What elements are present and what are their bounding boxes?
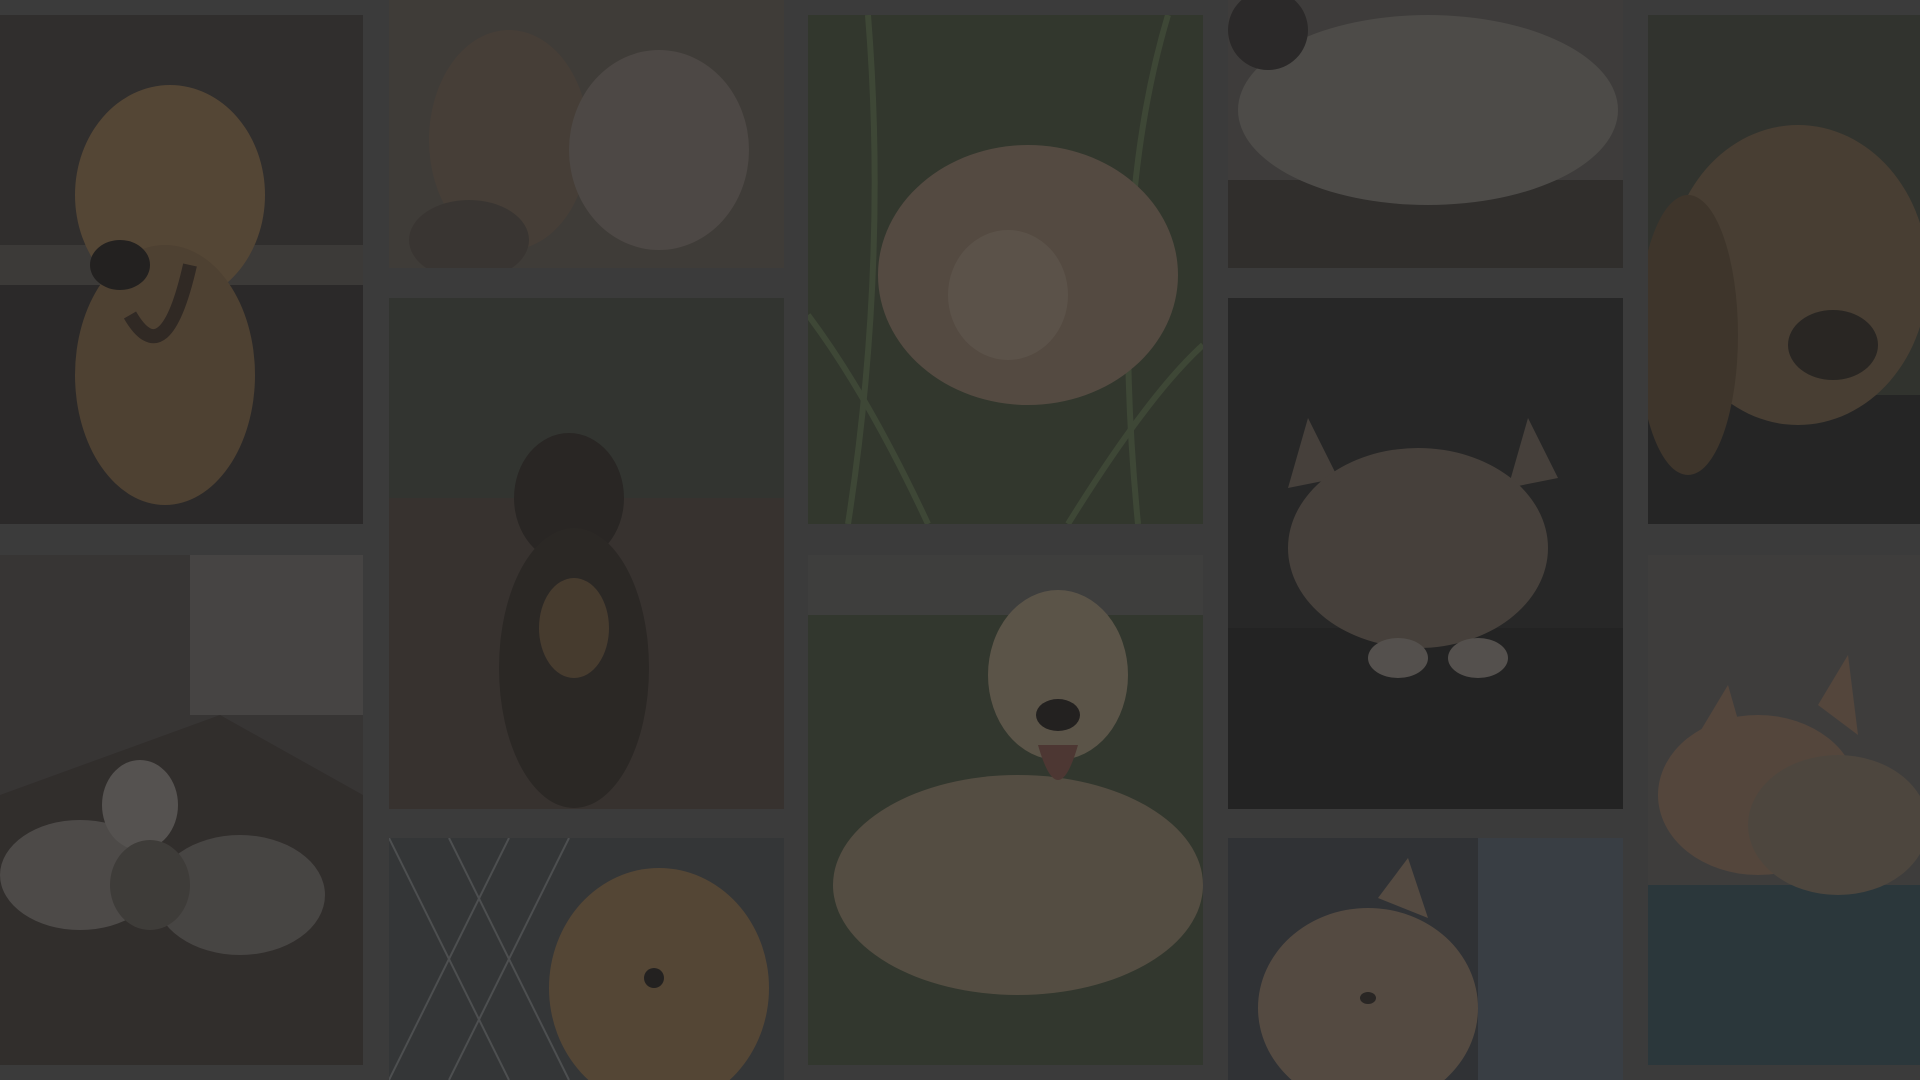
gallery-photo-cats[interactable] [0,555,363,1065]
photo-gallery [0,0,1920,1080]
cat-photo-icon [1228,298,1623,809]
gallery-photo-kittens[interactable] [389,0,784,268]
cat-photo-icon [808,15,1203,524]
gallery-photo-dog[interactable] [389,298,784,809]
gallery-photo-dog[interactable] [0,15,363,524]
gallery-photo-cat[interactable] [808,15,1203,524]
gallery-photo-cat[interactable] [1228,298,1623,809]
gallery-photo-dog[interactable] [808,555,1203,1065]
dog-photo-icon [389,838,784,1080]
cat-photo-icon [0,555,363,1065]
dog-photo-icon [808,555,1203,1065]
dog-photo-icon [0,15,363,524]
cat-photo-icon [1648,555,1920,1065]
cat-photo-icon [1228,838,1623,1080]
cat-photo-icon [1228,0,1623,268]
gallery-photo-puppy[interactable] [1648,15,1920,524]
dog-photo-icon [1648,15,1920,524]
gallery-photo-cat[interactable] [1228,0,1623,268]
dog-photo-icon [389,298,784,809]
cat-photo-icon [389,0,784,268]
gallery-photo-dog[interactable] [389,838,784,1080]
gallery-photo-cat[interactable] [1228,838,1623,1080]
gallery-photo-cats[interactable] [1648,555,1920,1065]
